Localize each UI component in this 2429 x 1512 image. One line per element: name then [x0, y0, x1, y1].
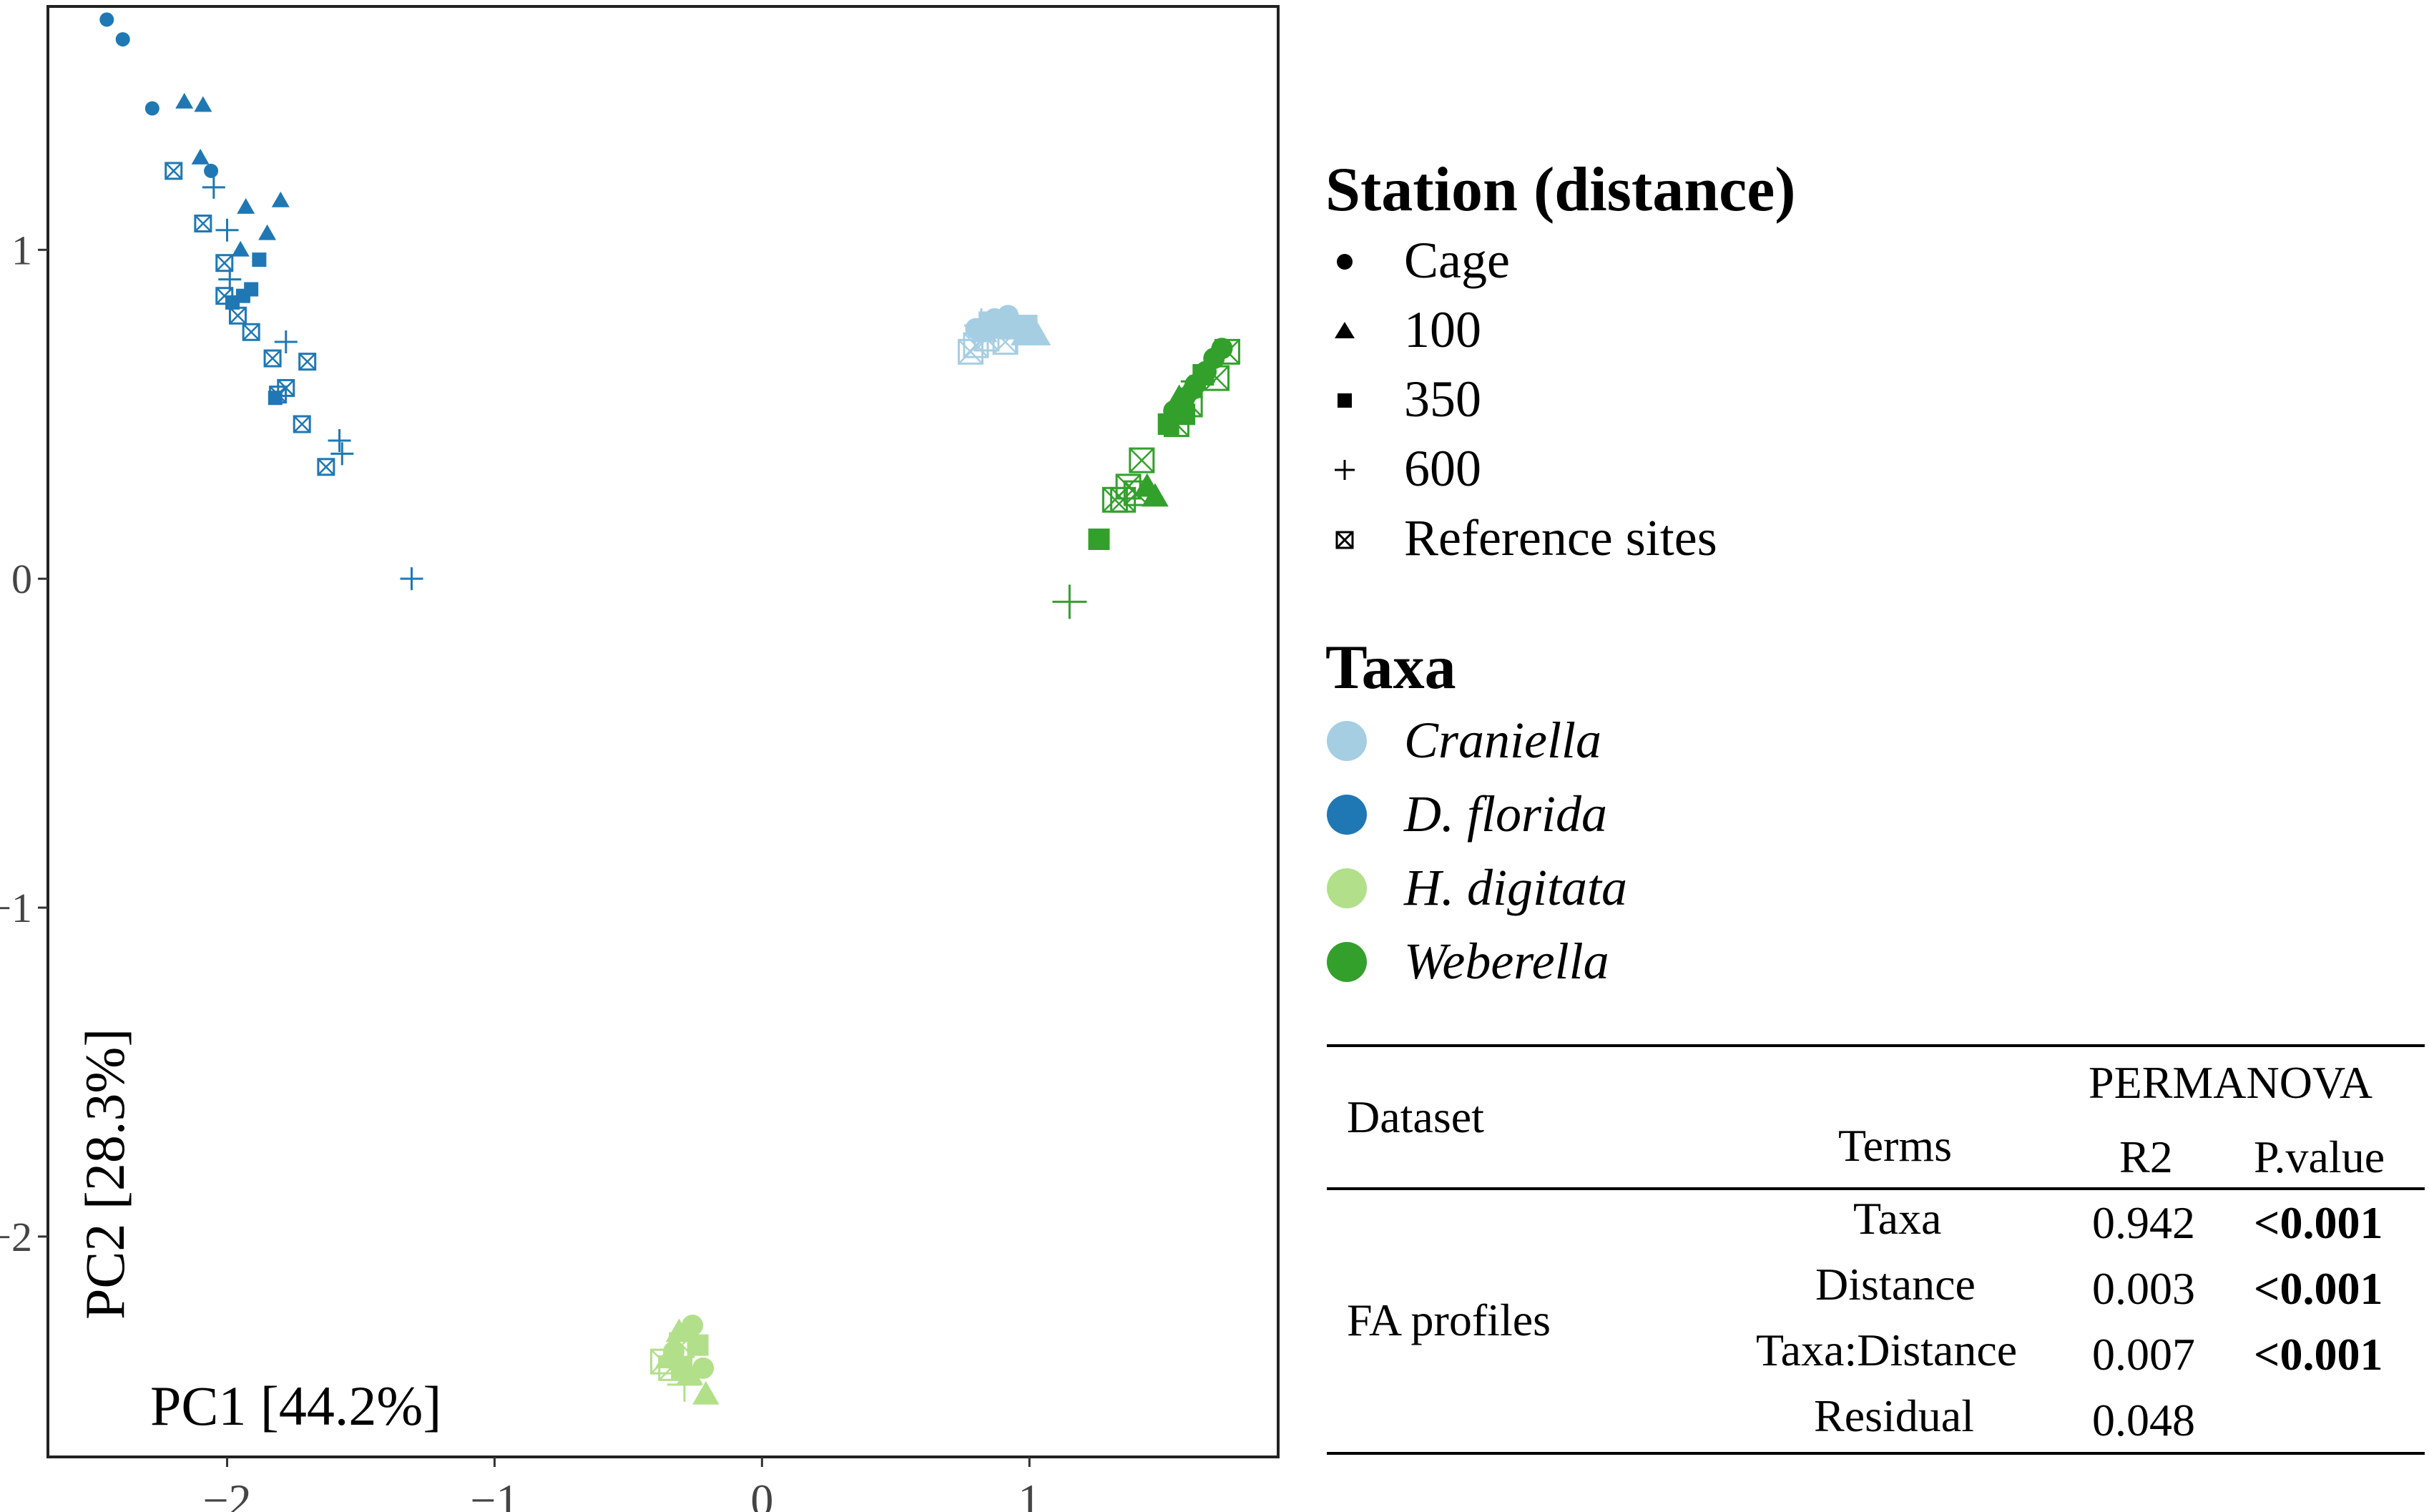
legend-item-weberella: Weberella	[1325, 925, 1627, 998]
legend-item-d-florida: D. florida	[1325, 777, 1627, 851]
legend-label: 600	[1404, 440, 1481, 497]
table-top-rule	[1327, 1044, 2425, 1047]
legend-item-craniella: Craniella	[1325, 704, 1627, 777]
legend-label: Reference sites	[1404, 509, 1717, 566]
data-point	[298, 353, 317, 371]
x-tick-label: 1	[1018, 1475, 1041, 1512]
data-point	[237, 198, 255, 214]
data-point	[1129, 447, 1155, 473]
data-point	[1016, 315, 1038, 337]
data-point	[242, 323, 260, 341]
data-point	[115, 31, 130, 46]
data-point	[165, 162, 183, 180]
y-tick-label: −1	[0, 885, 32, 931]
legend-item-100: 100	[1325, 295, 1796, 365]
boxed-x-icon	[1325, 504, 1368, 573]
station-legend: Station (distance) Cage 100 350 600 Refe…	[1325, 154, 1796, 573]
legend-label: Cage	[1404, 232, 1510, 289]
term-cell: Residual	[1814, 1390, 1974, 1441]
legend-label: D. florida	[1404, 785, 1608, 843]
header-permanova: PERMANOVA	[2089, 1057, 2373, 1108]
data-point	[400, 567, 423, 591]
r2-cell: 0.003	[2092, 1263, 2195, 1314]
pvalue-cell: <0.001	[2254, 1329, 2383, 1380]
header-terms: Terms	[1838, 1120, 1953, 1171]
table-bottom-rule	[1327, 1452, 2425, 1455]
pvalue-cell: <0.001	[2254, 1263, 2383, 1314]
x-tick-label: 0	[750, 1475, 773, 1512]
color-swatch-icon	[1327, 868, 1367, 908]
data-point	[263, 349, 282, 368]
x-tick-label: −1	[470, 1475, 519, 1512]
legend-item-cage: Cage	[1325, 226, 1796, 295]
data-point	[958, 338, 983, 365]
legend-label: H. digitata	[1404, 859, 1628, 916]
data-points	[99, 12, 1240, 1405]
header-pvalue: P.value	[2254, 1131, 2385, 1182]
data-point	[271, 191, 290, 207]
color-swatch-icon	[1327, 721, 1367, 761]
data-point	[215, 218, 239, 242]
taxa-legend: Taxa Craniella D. florida H. digitata We…	[1325, 632, 1627, 998]
data-point	[228, 306, 247, 325]
term-cell: Distance	[1815, 1259, 1976, 1310]
header-dataset: Dataset	[1347, 1091, 1484, 1142]
data-point	[204, 163, 219, 178]
term-cell: Taxa	[1853, 1193, 1942, 1244]
data-point	[175, 92, 194, 109]
color-swatch-icon	[1327, 795, 1367, 835]
y-tick-label: 1	[11, 227, 32, 273]
header-r2: R2	[2119, 1131, 2173, 1182]
r2-cell: 0.942	[2092, 1197, 2195, 1248]
r2-cell: 0.007	[2092, 1329, 2195, 1380]
data-point	[194, 96, 212, 112]
plus-icon	[1325, 434, 1368, 504]
color-swatch-icon	[1327, 942, 1367, 982]
legend-label: Craniella	[1404, 712, 1602, 769]
legend-item-600: 600	[1325, 434, 1796, 504]
dataset-label: FA profiles	[1347, 1295, 1551, 1345]
data-point	[317, 458, 335, 476]
data-point	[144, 101, 160, 116]
data-point	[202, 175, 225, 199]
y-axis-title: PC2 [28.3%]	[74, 1029, 136, 1320]
term-cell: Taxa:Distance	[1756, 1325, 2018, 1375]
data-point	[215, 254, 234, 273]
data-point	[328, 429, 351, 453]
data-point	[99, 12, 114, 27]
legend-item-reference-sites: Reference sites	[1325, 504, 1796, 573]
legend-label: Weberella	[1404, 933, 1609, 990]
legend-label: 100	[1404, 301, 1481, 358]
y-tick-label: −2	[0, 1214, 32, 1260]
axis-ticks: −2 −1 0 1 −2 −1 0 1	[0, 227, 1041, 1512]
x-axis-title: PC1 [44.2%]	[150, 1375, 441, 1437]
legend-item-350: 350	[1325, 365, 1796, 434]
x-tick-label: −2	[202, 1475, 251, 1512]
data-point	[194, 215, 212, 233]
y-tick-label: 0	[11, 556, 32, 602]
plot-frame	[46, 5, 1280, 1458]
station-legend-title: Station (distance)	[1325, 155, 1796, 225]
triangle-icon	[1325, 295, 1368, 365]
data-point	[231, 240, 250, 257]
data-point	[252, 252, 267, 267]
data-point	[1052, 584, 1087, 619]
pvalue-cell: <0.001	[2254, 1197, 2383, 1248]
data-point	[1088, 528, 1110, 550]
data-point	[258, 224, 277, 240]
square-icon	[1325, 365, 1368, 434]
r2-cell: 0.048	[2092, 1395, 2195, 1445]
legend-label: 350	[1404, 370, 1481, 428]
legend-item-h-digitata: H. digitata	[1325, 851, 1627, 925]
data-point	[293, 415, 311, 433]
data-point	[191, 149, 210, 165]
taxa-legend-title: Taxa	[1325, 633, 1456, 702]
circle-icon	[1325, 226, 1368, 295]
pca-scatter-plot: −2 −1 0 1 −2 −1 0 1 PC1 [44.2%] PC2 [28.3%]	[0, 5, 1280, 1512]
